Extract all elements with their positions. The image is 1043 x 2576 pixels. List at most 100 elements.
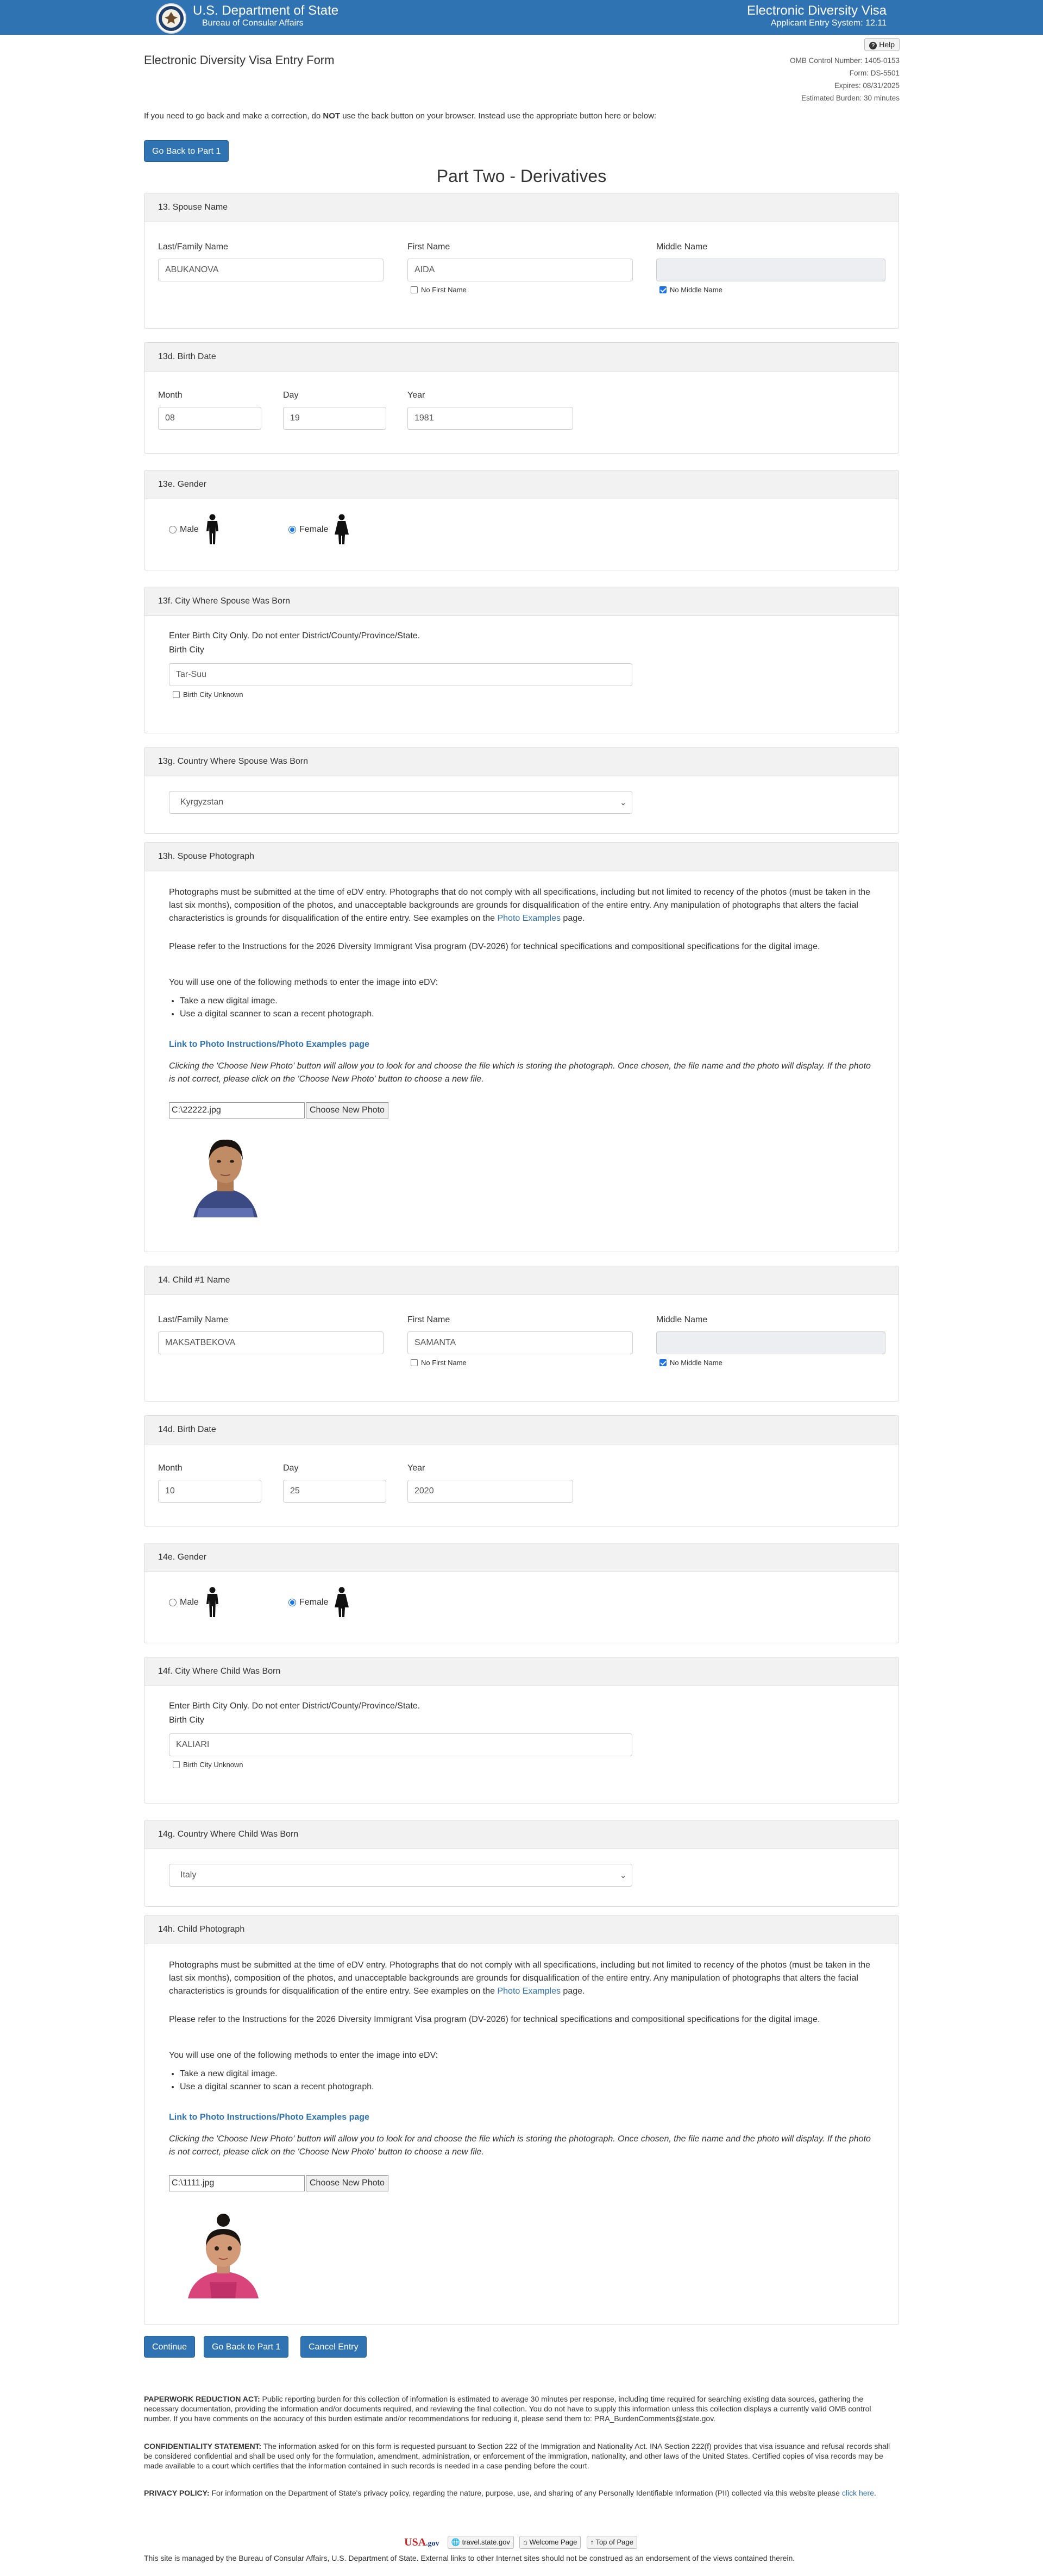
first-name-label: First Name [407, 242, 450, 252]
help-label: Help [879, 40, 895, 49]
child-day-input[interactable]: 25 [283, 1480, 386, 1503]
method-item: Use a digital scanner to scan a recent p… [180, 2081, 374, 2094]
female-figure-icon [335, 514, 349, 544]
year-label: Year [407, 391, 425, 400]
travel-state-gov-link[interactable]: 🌐 travel.state.gov [447, 2536, 514, 2549]
no-middle-name-checkbox[interactable]: No Middle Name [659, 286, 722, 294]
photo-examples-link[interactable]: Photo Examples [497, 914, 561, 923]
go-back-part1-button[interactable]: Go Back to Part 1 [204, 2336, 289, 2358]
birth-city-label: Birth City [169, 645, 204, 655]
child-first-name-input[interactable]: SAMANTA [407, 1331, 633, 1354]
photo-requirements: Photographs must be submitted at the tim… [169, 886, 875, 925]
choose-new-photo-button[interactable]: Choose New Photo [306, 2175, 388, 2191]
method-item: Use a digital scanner to scan a recent p… [180, 1008, 374, 1021]
child-country-select[interactable]: Italy ⌄ [169, 1864, 632, 1887]
method-item: Take a new digital image. [180, 2068, 374, 2081]
usagov-logo[interactable]: USA.gov [404, 2536, 439, 2549]
child-male-radio[interactable]: Male [169, 1587, 221, 1618]
spouse-birth-city-input[interactable]: Tar-Suu [169, 663, 632, 686]
omb-burden: Estimated Burden: 30 minutes [801, 94, 900, 102]
help-icon: ? [869, 42, 877, 49]
form-title: Electronic Diversity Visa Entry Form [144, 53, 335, 67]
photo-requirements: Photographs must be submitted at the tim… [169, 1959, 875, 1998]
panel-heading: 13. Spouse Name [144, 193, 899, 222]
arrow-up-icon: ↑ [590, 2538, 594, 2546]
paperwork-reduction-act: PAPERWORK REDUCTION ACT: Public reportin… [144, 2394, 899, 2423]
omb-info: OMB Control Number: 1405-0153 Form: DS-5… [790, 54, 900, 104]
birth-city-unknown-checkbox[interactable]: Birth City Unknown [173, 1761, 243, 1769]
usagov-suffix: .gov [426, 2539, 439, 2548]
panel-heading: 14d. Birth Date [144, 1416, 899, 1444]
instr-pre: If you need to go back and make a correc… [144, 111, 323, 121]
spouse-day-input[interactable]: 19 [283, 407, 386, 430]
spouse-first-name-input[interactable]: AIDA [407, 259, 633, 281]
spouse-gender-panel: 13e. Gender Male Female [144, 470, 899, 570]
panel-heading: 14f. City Where Child Was Born [144, 1657, 899, 1686]
photo-methods-intro: You will use one of the following method… [169, 978, 438, 987]
photo-instructions-link[interactable]: Link to Photo Instructions/Photo Example… [169, 1038, 369, 1051]
spouse-file-name: C:\22222.jpg [169, 1102, 305, 1119]
top-of-page-link[interactable]: ↑ Top of Page [586, 2536, 637, 2549]
spouse-last-name-input[interactable]: ABUKANOVA [158, 259, 384, 281]
back-instructions: If you need to go back and make a correc… [144, 111, 656, 121]
no-first-name-label: No First Name [421, 1359, 467, 1367]
help-button[interactable]: ? Help [864, 38, 900, 51]
child-name-panel: 14. Child #1 Name Last/Family Name MAKSA… [144, 1266, 899, 1402]
spouse-year-input[interactable]: 1981 [407, 407, 573, 430]
choose-new-photo-button[interactable]: Choose New Photo [306, 1102, 388, 1119]
panel-heading: 14h. Child Photograph [144, 1915, 899, 1944]
spouse-female-radio[interactable]: Female [288, 514, 350, 545]
month-label: Month [158, 1463, 183, 1473]
privacy-link[interactable]: click here [842, 2489, 874, 2497]
spouse-country-select[interactable]: Kyrgyzstan ⌄ [169, 791, 632, 814]
child-last-name-input[interactable]: MAKSATBEKOVA [158, 1331, 384, 1354]
day-label: Day [283, 391, 299, 400]
panel-heading: 14g. Country Where Child Was Born [144, 1820, 899, 1849]
female-figure-icon [335, 1587, 349, 1617]
child-photo [185, 2201, 261, 2298]
no-first-name-checkbox[interactable]: No First Name [411, 286, 467, 294]
panel-heading: 14. Child #1 Name [144, 1266, 899, 1295]
child-birth-city-input[interactable]: KALIARI [169, 1733, 632, 1756]
omb-expires: Expires: 08/31/2025 [834, 81, 900, 90]
middle-name-label: Middle Name [656, 1315, 708, 1324]
photo-instructions-link[interactable]: Link to Photo Instructions/Photo Example… [169, 2111, 369, 2124]
male-label: Male [180, 1598, 199, 1607]
photo-methods-intro: You will use one of the following method… [169, 2051, 438, 2060]
no-first-name-label: No First Name [421, 286, 467, 294]
omb-form: Form: DS-5501 [849, 69, 900, 77]
child-middle-name-input[interactable] [656, 1331, 885, 1354]
spouse-male-radio[interactable]: Male [169, 514, 221, 545]
continue-button[interactable]: Continue [144, 2336, 196, 2358]
day-label: Day [283, 1463, 299, 1473]
birth-city-unknown-label: Birth City Unknown [183, 690, 243, 699]
spouse-middle-name-input[interactable] [656, 259, 885, 281]
choose-photo-note: Clicking the 'Choose New Photo' button w… [169, 1061, 871, 1084]
conf-title: CONFIDENTIALITY STATEMENT: [144, 2442, 262, 2451]
child-month-input[interactable]: 10 [158, 1480, 261, 1503]
child-birth-city-panel: 14f. City Where Child Was Born Enter Bir… [144, 1657, 899, 1804]
top-label: Top of Page [595, 2538, 633, 2546]
month-label: Month [158, 391, 183, 400]
birth-city-unknown-checkbox[interactable]: Birth City Unknown [173, 690, 243, 699]
no-middle-name-checkbox[interactable]: No Middle Name [659, 1359, 722, 1367]
method-item: Take a new digital image. [180, 995, 374, 1008]
photo-instructions-ref: Please refer to the Instructions for the… [169, 2015, 820, 2024]
panel-heading: 13h. Spouse Photograph [144, 843, 899, 871]
selected-country: Kyrgyzstan [180, 797, 224, 807]
no-first-name-checkbox[interactable]: No First Name [411, 1359, 467, 1367]
go-back-part1-button-top[interactable]: Go Back to Part 1 [144, 140, 229, 162]
privacy-policy: PRIVACY POLICY: For information on the D… [144, 2488, 899, 2498]
photo-examples-link[interactable]: Photo Examples [497, 1987, 561, 1996]
child-female-radio[interactable]: Female [288, 1587, 350, 1618]
child-year-input[interactable]: 2020 [407, 1480, 573, 1503]
cancel-entry-button[interactable]: Cancel Entry [300, 2336, 367, 2358]
male-figure-icon [206, 1587, 218, 1617]
child-photo-panel: 14h. Child Photograph Photographs must b… [144, 1915, 899, 2325]
instr-post: use the back button on your browser. Ins… [340, 111, 657, 121]
child-gender-panel: 14e. Gender Male Female [144, 1543, 899, 1643]
omb-control: OMB Control Number: 1405-0153 [790, 56, 900, 65]
photo-text-1-end: page. [560, 914, 585, 923]
spouse-month-input[interactable]: 08 [158, 407, 261, 430]
welcome-page-link[interactable]: ⌂ Welcome Page [519, 2536, 581, 2549]
